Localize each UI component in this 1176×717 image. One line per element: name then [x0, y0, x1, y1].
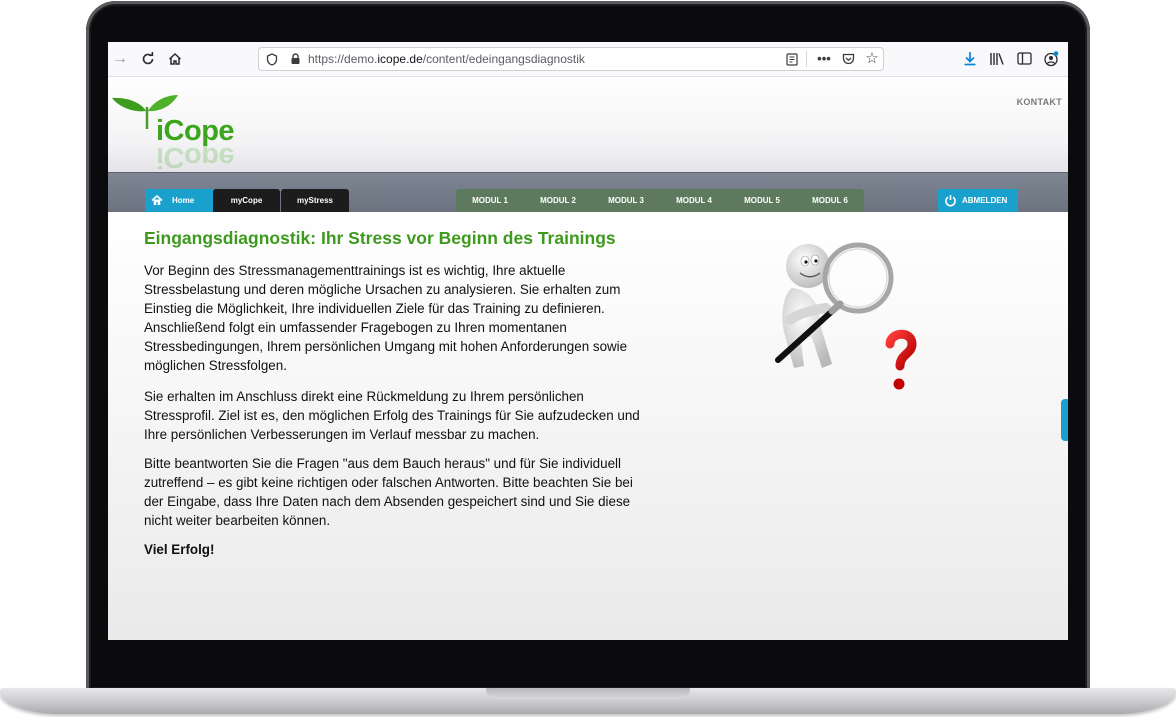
screen: → https://demo.icope.de/content/edeingan…	[108, 42, 1068, 640]
nav-mycope[interactable]: myCope	[213, 189, 280, 213]
page-content: Eingangsdiagnostik: Ihr Stress vor Begin…	[108, 212, 1068, 640]
address-bar[interactable]: https://demo.icope.de/content/edeingangs…	[258, 47, 884, 71]
home-nav-icon	[151, 194, 163, 205]
main-nav: Home myCope myStress MODUL 1 MODUL 2 MOD…	[108, 172, 1068, 213]
instructions-paragraph: Bitte beantworten Sie die Fragen "aus de…	[144, 456, 633, 528]
nav-modul-5[interactable]: MODUL 5	[728, 189, 796, 213]
nav-mystress[interactable]: myStress	[281, 189, 349, 213]
home-icon[interactable]	[165, 49, 185, 69]
nav-modul-1[interactable]: MODUL 1	[456, 189, 524, 213]
intro-paragraph: Vor Beginn des Stressmanagementtrainings…	[144, 263, 628, 373]
nav-modul-2[interactable]: MODUL 2	[524, 189, 592, 213]
nav-home-label: Home	[172, 196, 195, 205]
download-icon[interactable]	[960, 49, 980, 69]
page-title: Eingangsdiagnostik: Ihr Stress vor Begin…	[144, 228, 616, 248]
logo-reflection: iCope	[156, 141, 235, 173]
browser-toolbar: → https://demo.icope.de/content/edeingan…	[108, 42, 1068, 77]
more-icon[interactable]: •••	[815, 50, 833, 68]
nav-home[interactable]: Home	[145, 189, 213, 213]
lock-icon[interactable]	[286, 50, 304, 68]
forward-icon[interactable]: →	[110, 49, 130, 69]
reload-icon[interactable]	[138, 49, 158, 69]
closing-text: Viel Erfolg!	[144, 542, 215, 557]
site-header: KONTAKT iCope iCope	[108, 77, 1068, 173]
url-text[interactable]: https://demo.icope.de/content/edeingangs…	[308, 52, 585, 66]
shield-icon[interactable]	[263, 50, 281, 68]
nav-modul-3[interactable]: MODUL 3	[592, 189, 660, 213]
pocket-icon[interactable]	[839, 50, 857, 68]
power-icon	[945, 195, 956, 207]
side-feedback-tab[interactable]	[1061, 399, 1068, 441]
kontakt-link[interactable]: KONTAKT	[1017, 97, 1062, 107]
nav-modul-6[interactable]: MODUL 6	[796, 189, 864, 213]
star-icon[interactable]: ☆	[863, 50, 881, 68]
url-divider	[806, 51, 807, 67]
account-icon[interactable]	[1041, 49, 1061, 69]
reader-icon[interactable]	[783, 50, 801, 68]
logout-label: ABMELDEN	[962, 196, 1008, 205]
library-icon[interactable]	[987, 49, 1007, 69]
logout-button[interactable]: ABMELDEN	[938, 189, 1018, 213]
magnifier-figure-illustration	[775, 242, 917, 390]
feedback-paragraph: Sie erhalten im Anschluss direkt eine Rü…	[144, 389, 640, 442]
laptop-notch	[486, 688, 690, 699]
sidebar-icon[interactable]	[1014, 49, 1034, 69]
nav-modul-4[interactable]: MODUL 4	[660, 189, 728, 213]
